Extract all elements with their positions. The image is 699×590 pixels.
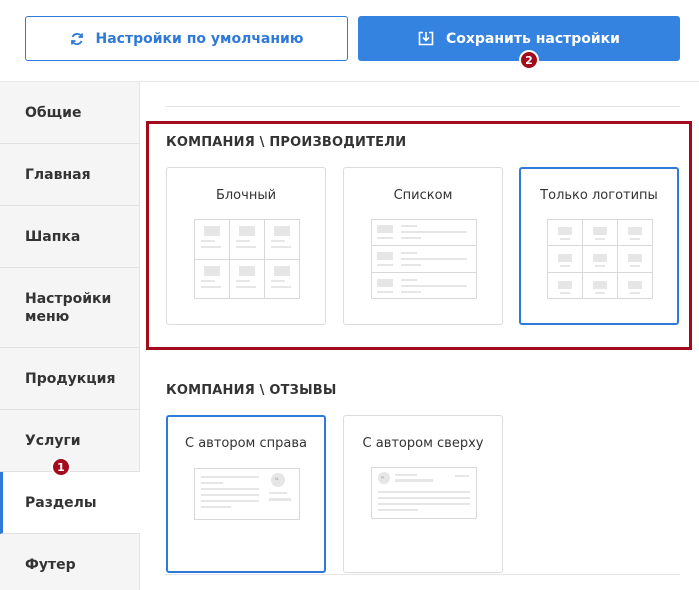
option-label: Блочный	[215, 188, 277, 203]
sidebar-item-products[interactable]: Продукция	[0, 348, 139, 410]
option-label: Списком	[393, 188, 453, 203]
option-card-author-top[interactable]: С автором сверху ❝	[343, 415, 503, 573]
option-label: Только логотипы	[540, 188, 658, 203]
svg-text:❝: ❝	[381, 475, 385, 483]
option-card-logos-only[interactable]: Только логотипы	[519, 167, 679, 325]
sidebar-item-label: Настройки меню	[25, 290, 112, 325]
sidebar-item-main[interactable]: Главная	[0, 144, 139, 206]
review-author-top-preview-icon: ❝	[371, 467, 477, 519]
option-label: С автором сверху	[362, 436, 484, 451]
section-title-reviews: КОМПАНИЯ \ ОТЗЫВЫ	[166, 383, 337, 398]
default-settings-button[interactable]: Настройки по умолчанию	[25, 16, 348, 61]
sidebar-item-label: Футер	[25, 557, 76, 573]
section-title-manufacturers: КОМПАНИЯ \ ПРОИЗВОДИТЕЛИ	[166, 135, 407, 150]
svg-text:❝: ❝	[275, 476, 279, 485]
sidebar-item-menu-settings[interactable]: Настройки меню	[0, 268, 139, 348]
sidebar-item-label: Продукция	[25, 370, 116, 387]
toolbar: Настройки по умолчанию Сохранить настрой…	[0, 0, 699, 82]
sidebar-item-sections[interactable]: Разделы	[0, 472, 141, 534]
default-settings-label: Настройки по умолчанию	[95, 30, 304, 47]
list-preview-icon	[371, 219, 477, 299]
save-settings-label: Сохранить настройки	[445, 30, 620, 47]
download-icon	[418, 31, 446, 46]
step-badge-2: 2	[519, 50, 539, 70]
step-badge-1: 1	[51, 457, 71, 477]
save-settings-button[interactable]: Сохранить настройки	[358, 16, 680, 61]
divider	[165, 106, 680, 107]
sidebar-item-label: Услуги	[25, 432, 81, 449]
option-card-author-right[interactable]: С автором справа ❝	[166, 415, 326, 573]
grid-preview-icon	[194, 219, 300, 299]
main-content: КОМПАНИЯ \ ПРОИЗВОДИТЕЛИ Блочный Списком…	[140, 82, 699, 590]
option-label: С автором справа	[184, 436, 307, 451]
sidebar: Общие Главная Шапка Настройки меню Проду…	[0, 82, 141, 590]
sidebar-item-general[interactable]: Общие	[0, 82, 139, 144]
divider	[165, 574, 680, 575]
sidebar-item-label: Главная	[25, 166, 91, 183]
sidebar-item-label: Шапка	[25, 228, 81, 245]
sidebar-item-header[interactable]: Шапка	[0, 206, 139, 268]
option-card-blocks[interactable]: Блочный	[166, 167, 326, 325]
sidebar-item-label: Разделы	[25, 494, 97, 511]
sidebar-item-label: Общие	[25, 104, 82, 121]
logos-preview-icon	[547, 219, 653, 299]
sidebar-item-footer[interactable]: Футер	[0, 534, 139, 590]
review-author-right-preview-icon: ❝	[194, 468, 300, 520]
refresh-icon	[70, 32, 96, 46]
option-card-list[interactable]: Списком	[343, 167, 503, 325]
